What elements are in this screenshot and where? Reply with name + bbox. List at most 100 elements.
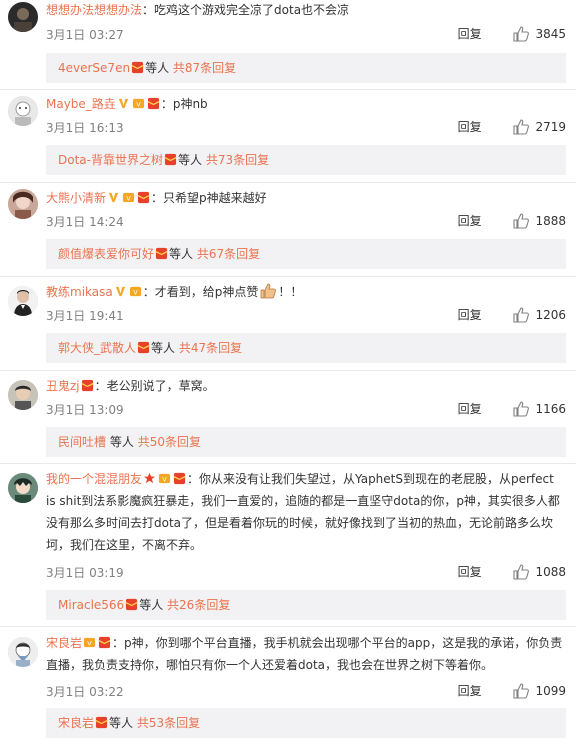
reply-user-link[interactable]: 颜值爆表爱你可好: [58, 247, 154, 261]
username-link[interactable]: 丑鬼zj: [46, 379, 80, 393]
reply-button[interactable]: 回复: [458, 212, 482, 229]
timestamp: 3月1日 03:22: [46, 685, 124, 699]
username-link[interactable]: 宋良岩: [46, 636, 82, 650]
svg-text:V: V: [133, 288, 138, 296]
more-replies-link[interactable]: 共50条回复: [138, 435, 201, 449]
star-badge-icon: [143, 472, 156, 484]
like-count: 1088: [535, 564, 566, 579]
comment-actions: 回复 1206: [458, 306, 566, 323]
comment-content: p神nb: [172, 97, 208, 111]
more-replies-link[interactable]: 共87条回复: [173, 61, 236, 75]
redpacket-badge-icon: [173, 472, 186, 485]
comment-content: 吃鸡这个游戏完全凉了dota也不会凉: [154, 3, 350, 17]
reply-user-link[interactable]: 宋良岩: [58, 716, 94, 730]
reply-button[interactable]: 回复: [458, 400, 482, 417]
like-button[interactable]: 1206: [513, 306, 566, 323]
avatar[interactable]: [8, 96, 38, 126]
like-button[interactable]: 2719: [513, 118, 566, 135]
like-button[interactable]: 1888: [513, 212, 566, 229]
avatar[interactable]: [8, 2, 38, 32]
reply-summary[interactable]: 郭大侠_武散人 等人 共47条回复: [46, 333, 566, 363]
avatar[interactable]: [8, 189, 38, 219]
thumbs-up-icon: [513, 563, 530, 580]
username-link[interactable]: 想想办法想想办法: [46, 3, 142, 17]
vip-badge-icon: V: [129, 286, 141, 296]
like-count: 1206: [535, 307, 566, 322]
reply-button[interactable]: 回复: [458, 118, 482, 135]
username-link[interactable]: 教练mikasa: [46, 285, 113, 299]
timestamp: 3月1日 14:24: [46, 215, 124, 229]
redpacket-badge-icon: [125, 598, 138, 611]
divider: [0, 89, 576, 90]
redpacket-badge-icon: [137, 191, 150, 204]
comment-actions: 回复 1088: [458, 563, 566, 580]
comment-content: 只希望p神越来越好: [163, 191, 267, 205]
reply-summary[interactable]: Miracle566 等人 共26条回复: [46, 590, 566, 620]
comment-text: 丑鬼zj ：老公别说了，草窝。: [46, 379, 215, 393]
comment-text: 我的一个混混朋友 V ：你从来没有让我们失望过，从YaphetS到现在的老屁股，从p…: [46, 472, 560, 552]
svg-text:V: V: [87, 639, 92, 647]
username-link[interactable]: Maybe_路垚: [46, 97, 116, 111]
thumbs-up-icon: [513, 682, 530, 699]
comment-actions: 回复 1888: [458, 212, 566, 229]
more-replies-link[interactable]: 共67条回复: [197, 247, 260, 261]
comment-text: 宋良岩 V ：p神，你到哪个平台直播，我手机就会出现哪个平台的app，这是我的承诺，…: [46, 636, 563, 672]
reply-summary[interactable]: 颜值爆表爱你可好 等人 共67条回复: [46, 239, 566, 269]
comment-content: 老公别说了，草窝。: [106, 379, 215, 393]
timestamp: 3月1日 03:19: [46, 566, 124, 580]
reply-button[interactable]: 回复: [458, 682, 482, 699]
comment-text: 大熊小清新 V ：只希望p神越来越好: [46, 191, 267, 205]
timestamp: 3月1日 13:09: [46, 403, 124, 417]
thumbs-up-icon: [513, 25, 530, 42]
username-link[interactable]: 我的一个混混朋友: [46, 472, 142, 486]
reply-user-link[interactable]: Dota-背靠世界之树: [58, 153, 163, 167]
redpacket-badge-icon: [95, 716, 108, 729]
like-button[interactable]: 1099: [513, 682, 566, 699]
reply-user-link[interactable]: Miracle566: [58, 598, 124, 612]
avatar[interactable]: [8, 380, 38, 410]
reply-button[interactable]: 回复: [458, 25, 482, 42]
thumbs-up-icon: [513, 306, 530, 323]
like-count: 3845: [535, 26, 566, 41]
vip-badge-icon: V: [158, 473, 171, 483]
v-badge-icon: [108, 192, 119, 203]
comment-actions: 回复 1099: [458, 682, 566, 699]
svg-text:V: V: [136, 100, 141, 108]
v-badge-icon: [115, 286, 125, 297]
reply-user-link[interactable]: 民间吐槽: [58, 435, 106, 449]
like-button[interactable]: 3845: [513, 25, 566, 42]
redpacket-badge-icon: [137, 341, 150, 354]
more-replies-link[interactable]: 共53条回复: [137, 716, 200, 730]
timestamp: 3月1日 19:41: [46, 309, 124, 323]
vip-badge-icon: V: [122, 192, 135, 202]
reply-summary[interactable]: 民间吐槽 等人 共50条回复: [46, 427, 566, 457]
comment-content: p神，你到哪个平台直播，我手机就会出现哪个平台的app，这是我的承诺，你负责直播…: [46, 636, 563, 672]
redpacket-badge-icon: [131, 61, 144, 74]
username-link[interactable]: 大熊小清新: [46, 191, 106, 205]
like-count: 2719: [535, 119, 566, 134]
comment-actions: 回复 2719: [458, 118, 566, 135]
avatar[interactable]: [8, 286, 38, 316]
more-replies-link[interactable]: 共73条回复: [206, 153, 269, 167]
more-replies-link[interactable]: 共47条回复: [179, 341, 242, 355]
comment-actions: 回复 1166: [458, 400, 566, 417]
like-count: 1099: [535, 683, 566, 698]
redpacket-badge-icon: [98, 636, 111, 649]
more-replies-link[interactable]: 共26条回复: [167, 598, 230, 612]
reply-summary[interactable]: 4everSe7en 等人 共87条回复: [46, 53, 566, 83]
reply-button[interactable]: 回复: [458, 563, 482, 580]
redpacket-badge-icon: [155, 247, 168, 260]
reply-summary[interactable]: 宋良岩 等人 共53条回复: [46, 708, 566, 738]
like-button[interactable]: 1088: [513, 563, 566, 580]
reply-summary[interactable]: Dota-背靠世界之树 等人 共73条回复: [46, 145, 566, 175]
avatar[interactable]: [8, 637, 38, 667]
reply-button[interactable]: 回复: [458, 306, 482, 323]
reply-user-link[interactable]: 郭大侠_武散人: [58, 341, 136, 355]
vip-badge-icon: V: [132, 98, 144, 108]
vip-badge-icon: V: [83, 637, 96, 647]
comment-content: 才看到，给p神点赞: [154, 285, 259, 299]
reply-user-link[interactable]: 4everSe7en: [58, 61, 130, 75]
avatar[interactable]: [8, 473, 38, 503]
like-button[interactable]: 1166: [513, 400, 566, 417]
divider: [0, 276, 576, 277]
